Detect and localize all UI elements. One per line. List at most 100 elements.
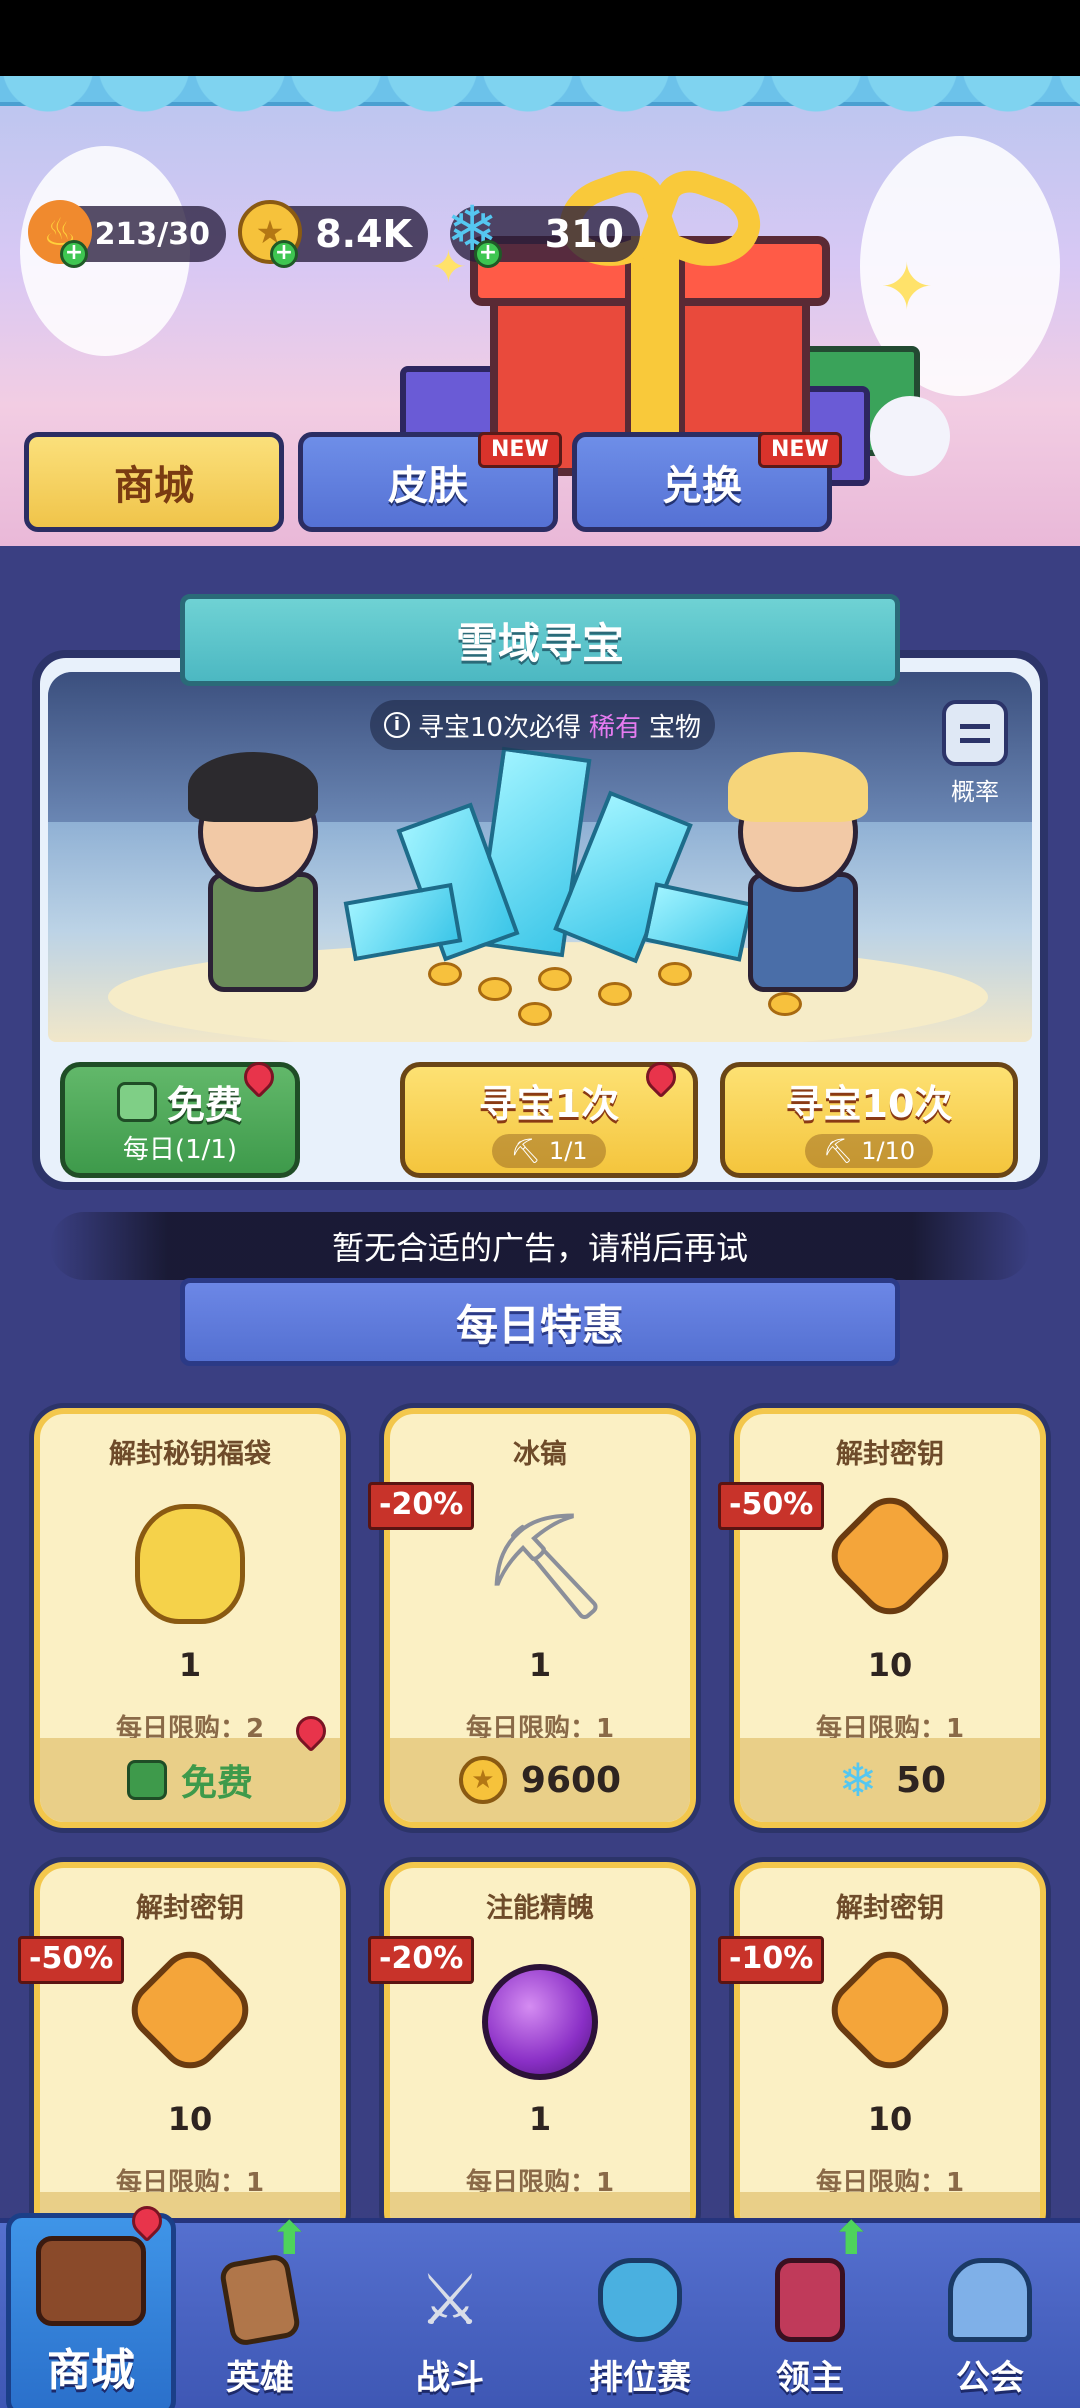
tab-exchange-label: 兑换 [662,463,742,509]
offer-count: 10 [867,1646,913,1684]
offer-name: 解封密钥 [136,1893,244,1924]
discount-badge: -50% [718,1482,825,1530]
upgrade-arrow-icon: ⬆ [832,2211,871,2265]
gold-value: 8.4K [315,212,412,256]
hunt-ten-count: 1/10 [861,1136,916,1165]
gem-value: 310 [544,212,624,256]
discount-badge: -20% [368,1482,475,1530]
add-stamina-button[interactable]: + [60,240,88,268]
hunt-ten-title: 寻宝10次 [785,1081,953,1126]
offer-name: 冰镐 [513,1439,567,1470]
nav-ranked-label: 排位赛 [589,2358,691,2398]
offer-price[interactable]: ❄ 50 [740,1738,1040,1822]
offer-card[interactable]: 注能精魄 1 每日限购：1 [384,1862,696,2242]
hunt-ten-button[interactable]: 寻宝10次 ⛏ 1/10 [720,1062,1018,1178]
offer-count: 1 [528,2100,552,2138]
rank-shield-icon [598,2258,682,2342]
snowman-decoration [870,396,950,476]
nav-ranked[interactable]: 排位赛 [550,2223,730,2408]
add-gold-button[interactable]: + [270,240,298,268]
hunt-once-title: 寻宝1次 [478,1081,620,1126]
offer-price-value: 50 [895,1759,947,1801]
offer-price-value: 9600 [520,1759,622,1801]
lucky-bag-icon [135,1504,245,1624]
new-badge: NEW [758,432,842,468]
offer-price[interactable]: 免费 [40,1738,340,1822]
offer-card[interactable]: 解封密钥 10 每日限购：1 ❄ 50 [734,1408,1046,1828]
treasure-hint: i 寻宝10次必得 稀有 宝物 [370,700,715,750]
video-icon [116,1081,157,1122]
add-gem-button[interactable]: + [474,240,502,268]
key-icon [819,1939,961,2081]
pickaxe-icon: ⛏ [822,1136,854,1165]
header-awning-scallop [0,76,1080,146]
hint-text-suffix: 宝物 [649,712,702,743]
discount-badge: -50% [18,1936,125,1984]
nav-guild-label: 公会 [956,2358,1024,2398]
nav-lord[interactable]: 领主 [720,2223,900,2408]
hunt-once-cost: ⛏ 1/1 [492,1133,606,1168]
daily-offers-banner: 每日特惠 [180,1278,900,1366]
system-status-bar [0,0,1080,76]
coin-pile-decoration [538,967,572,991]
new-badge: NEW [478,432,562,468]
nav-battle-label: 战斗 [416,2358,484,2398]
nav-battle[interactable]: ⚔ 战斗 [360,2223,540,2408]
treasure-title: 雪域寻宝 [455,618,624,668]
guild-castle-icon [948,2258,1032,2342]
hero-card-icon [218,2252,302,2348]
document-icon [942,700,1008,766]
hint-text-rare: 稀有 [589,712,642,743]
bottom-nav: 商城 英雄 ⬆ ⚔ 战斗 排位赛 领主 ⬆ 公会 [0,2211,1080,2408]
discount-badge: -10% [718,1936,825,1984]
coin-pile-decoration [598,982,632,1006]
offer-name: 解封密钥 [836,1439,944,1470]
free-hunt-title: 免费 [166,1083,243,1127]
ad-unavailable-toast: 暂无合适的广告，请稍后再试 [50,1212,1030,1280]
nav-lord-label: 领主 [776,2358,844,2398]
offer-count: 10 [167,2100,213,2138]
hunt-once-count: 1/1 [548,1136,588,1165]
offer-count: 10 [867,2100,913,2138]
treasure-title-banner: 雪域寻宝 [180,594,900,686]
pickaxe-icon: ⛏ [510,1136,541,1165]
coin-pile-decoration [478,977,512,1001]
offer-count: 1 [178,1646,202,1684]
offer-name: 解封密钥 [836,1893,944,1924]
gold-coin-icon: ★ [458,1756,507,1804]
offer-card[interactable]: 冰镐 ⛏ 1 每日限购：1 ★ 9600 [384,1408,696,1828]
discount-badge: -20% [368,1936,475,1984]
sparkle-star-icon: ✦ [880,251,934,325]
key-icon [119,1939,261,2081]
coin-pile-decoration [518,1002,552,1026]
coin-pile-decoration [658,962,692,986]
coin-pile-decoration [428,962,462,986]
offer-count: 1 [528,1646,552,1684]
key-icon [819,1485,961,1627]
offer-price[interactable]: ★ 9600 [390,1738,690,1822]
daily-offers-title: 每日特惠 [455,1300,624,1350]
coin-pile-decoration [768,992,802,1016]
nav-hero-label: 英雄 [226,2358,294,2398]
offer-card[interactable]: 解封密钥 10 每日限购：1 [734,1862,1046,2242]
offer-card[interactable]: 解封秘钥福袋 1 每日限购：2 免费 [34,1408,346,1828]
ad-toast-text: 暂无合适的广告，请稍后再试 [331,1229,748,1267]
ice-crystal-icon: ❄ [838,1753,878,1807]
probability-button[interactable]: 概率 [930,700,1020,810]
tab-shop[interactable]: 商城 [24,432,284,532]
crossed-swords-icon: ⚔ [418,2259,482,2341]
nav-shop-label: 商城 [47,2345,135,2396]
hunt-ten-cost: ⛏ 1/10 [804,1133,934,1168]
nav-guild[interactable]: 公会 [900,2223,1080,2408]
pickaxe-icon: ⛏ [480,1505,613,1627]
tab-shop-label: 商城 [114,463,194,509]
offer-price-value: 免费 [180,1763,253,1804]
info-icon: i [383,712,410,738]
nav-hero[interactable]: 英雄 [170,2223,350,2408]
purple-orb-icon [482,1964,598,2080]
probability-label: 概率 [951,778,999,806]
nav-shop[interactable]: 商城 [6,2213,176,2408]
lord-banner-icon [775,2258,845,2342]
offer-card[interactable]: 解封密钥 10 每日限购：1 [34,1862,346,2242]
miner-left-hair [188,752,318,822]
